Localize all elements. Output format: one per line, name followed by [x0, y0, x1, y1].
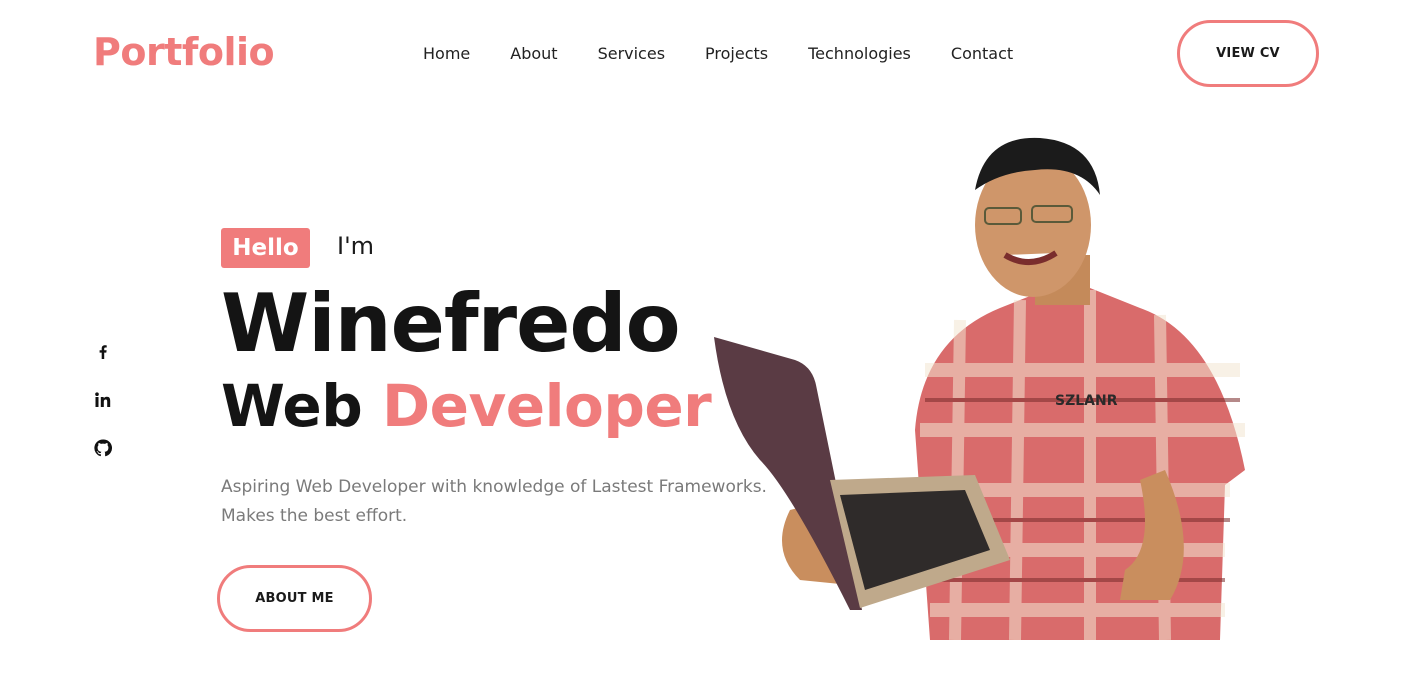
- role-accent: Developer: [381, 372, 712, 440]
- nav-link-technologies[interactable]: Technologies: [808, 44, 911, 63]
- tagline-line-1: Aspiring Web Developer with knowledge of…: [221, 477, 767, 497]
- nav-link-home[interactable]: Home: [423, 44, 470, 63]
- nav-link-about[interactable]: About: [510, 44, 557, 63]
- about-me-button[interactable]: ABOUT ME: [217, 565, 372, 632]
- facebook-icon[interactable]: [93, 342, 113, 362]
- laptop-lid: [714, 337, 862, 610]
- hero-name: Winefredo: [221, 277, 681, 370]
- nav-link-projects[interactable]: Projects: [705, 44, 768, 63]
- nav-link-services[interactable]: Services: [598, 44, 665, 63]
- hero-role: Web Developer: [221, 372, 712, 440]
- greeting-text: I'm: [337, 232, 375, 260]
- view-cv-button[interactable]: VIEW CV: [1177, 20, 1319, 87]
- main-nav: Home About Services Projects Technologie…: [423, 44, 1013, 63]
- role-prefix: Web: [221, 372, 363, 440]
- hello-badge: Hello: [221, 228, 310, 268]
- github-icon[interactable]: [93, 438, 113, 458]
- hero-portrait-image: SZLANR: [714, 137, 1245, 640]
- brand-logo[interactable]: Portfolio: [93, 30, 275, 74]
- social-links: [93, 342, 115, 486]
- linkedin-icon[interactable]: [93, 390, 113, 410]
- tagline-line-2: Makes the best effort.: [221, 506, 408, 526]
- nav-link-contact[interactable]: Contact: [951, 44, 1013, 63]
- shirt-label: SZLANR: [1055, 393, 1118, 409]
